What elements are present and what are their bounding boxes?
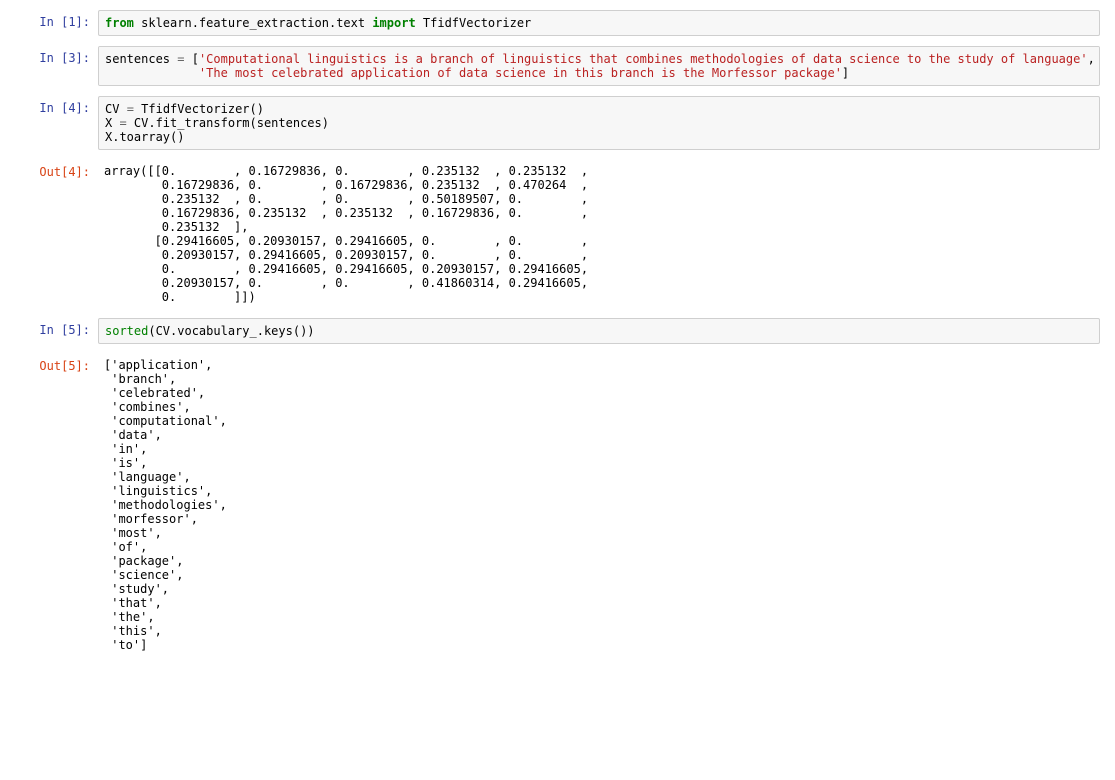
module-path: sklearn.feature_extraction.text xyxy=(134,16,372,30)
class-name: TfidfVectorizer xyxy=(416,16,532,30)
input-prompt: In [1]: xyxy=(15,10,98,29)
keyword-from: from xyxy=(105,16,134,30)
variable: X xyxy=(105,116,119,130)
output-cell: Out[4]: array([[0. , 0.16729836, 0. , 0.… xyxy=(15,160,1100,308)
output-prompt: Out[5]: xyxy=(15,354,98,373)
expression: X.toarray() xyxy=(105,130,184,144)
code-cell: In [4]: CV = TfidfVectorizer() X = CV.fi… xyxy=(15,96,1100,150)
variable: sentences xyxy=(105,52,177,66)
code-input[interactable]: from sklearn.feature_extraction.text imp… xyxy=(98,10,1100,36)
operator: = xyxy=(119,116,126,130)
code-input[interactable]: sentences = ['Computational linguistics … xyxy=(98,46,1100,86)
cell-output[interactable]: ['application', 'branch', 'celebrated', … xyxy=(98,354,1100,656)
bracket-open: [ xyxy=(184,52,198,66)
indent xyxy=(105,66,199,80)
output-prompt: Out[4]: xyxy=(15,160,98,179)
keyword-import: import xyxy=(372,16,415,30)
code-input[interactable]: sorted(CV.vocabulary_.keys()) xyxy=(98,318,1100,344)
input-prompt: In [3]: xyxy=(15,46,98,65)
bracket-close: ] xyxy=(842,66,849,80)
cell-output[interactable]: array([[0. , 0.16729836, 0. , 0.235132 ,… xyxy=(98,160,1100,308)
builtin-sorted: sorted xyxy=(105,324,148,338)
operator: = xyxy=(127,102,134,116)
code-cell: In [1]: from sklearn.feature_extraction.… xyxy=(15,10,1100,36)
code-cell: In [3]: sentences = ['Computational ling… xyxy=(15,46,1100,86)
expression: (CV.vocabulary_.keys()) xyxy=(148,324,314,338)
comma: , xyxy=(1088,52,1095,66)
input-prompt: In [4]: xyxy=(15,96,98,115)
expression: TfidfVectorizer() xyxy=(134,102,264,116)
code-cell: In [5]: sorted(CV.vocabulary_.keys()) xyxy=(15,318,1100,344)
string-literal: 'The most celebrated application of data… xyxy=(199,66,842,80)
code-input[interactable]: CV = TfidfVectorizer() X = CV.fit_transf… xyxy=(98,96,1100,150)
variable: CV xyxy=(105,102,127,116)
input-prompt: In [5]: xyxy=(15,318,98,337)
expression: CV.fit_transform(sentences) xyxy=(127,116,329,130)
output-cell: Out[5]: ['application', 'branch', 'celeb… xyxy=(15,354,1100,656)
string-literal: 'Computational linguistics is a branch o… xyxy=(199,52,1088,66)
